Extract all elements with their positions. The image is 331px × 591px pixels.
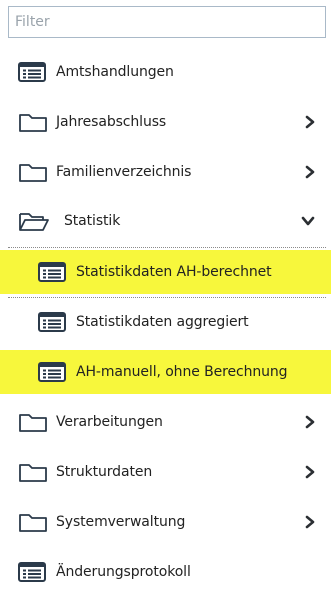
tree-item-ah-manuell[interactable]: AH-manuell, ohne Berechnung [0, 350, 331, 394]
list-icon [18, 62, 46, 82]
tree-item-label: Statistik [64, 213, 121, 229]
tree-item-jahresabschluss[interactable]: Jahresabschluss [0, 100, 331, 144]
list-icon [38, 262, 66, 282]
tree-item-label: Änderungsprotokoll [56, 564, 191, 580]
list-icon [38, 312, 66, 332]
tree-divider [8, 247, 326, 248]
tree-item-label: AH-manuell, ohne Berechnung [76, 364, 288, 380]
folder-icon [19, 514, 47, 532]
list-icon [38, 362, 66, 382]
tree-item-label: Statistikdaten AH-berechnet [76, 264, 272, 280]
chevron-down-icon[interactable] [301, 216, 315, 226]
tree-item-amtshandlungen[interactable]: Amtshandlungen [0, 50, 331, 94]
tree-item-aenderungsprotokoll[interactable]: Änderungsprotokoll [0, 550, 331, 591]
tree-item-label: Statistikdaten aggregiert [76, 314, 249, 330]
tree-item-statistik[interactable]: Statistik [0, 199, 331, 243]
tree-item-label: Familienverzeichnis [56, 164, 192, 180]
tree-item-label: Amtshandlungen [56, 64, 174, 80]
tree-item-strukturdaten[interactable]: Strukturdaten [0, 450, 331, 494]
tree-item-statistikdaten-ah-berechnet[interactable]: Statistikdaten AH-berechnet [0, 250, 331, 294]
folder-icon [19, 164, 47, 182]
tree-item-label: Verarbeitungen [56, 414, 163, 430]
folder-icon [19, 414, 47, 432]
tree-item-familienverzeichnis[interactable]: Familienverzeichnis [0, 150, 331, 194]
tree-item-verarbeitungen[interactable]: Verarbeitungen [0, 400, 331, 444]
chevron-right-icon[interactable] [305, 515, 315, 529]
tree-item-statistikdaten-aggregiert[interactable]: Statistikdaten aggregiert [0, 300, 331, 344]
filter-input[interactable] [15, 7, 325, 37]
chevron-right-icon[interactable] [305, 415, 315, 429]
chevron-right-icon[interactable] [305, 165, 315, 179]
tree-divider [8, 297, 326, 298]
tree-item-label: Systemverwaltung [56, 514, 186, 530]
folder-open-icon [19, 213, 49, 231]
folder-icon [19, 114, 47, 132]
list-icon [18, 562, 46, 582]
chevron-right-icon[interactable] [305, 115, 315, 129]
folder-icon [19, 464, 47, 482]
filter-box[interactable] [8, 6, 326, 38]
tree-item-label: Strukturdaten [56, 464, 153, 480]
chevron-right-icon[interactable] [305, 465, 315, 479]
tree-item-label: Jahresabschluss [56, 114, 167, 130]
tree-item-systemverwaltung[interactable]: Systemverwaltung [0, 500, 331, 544]
